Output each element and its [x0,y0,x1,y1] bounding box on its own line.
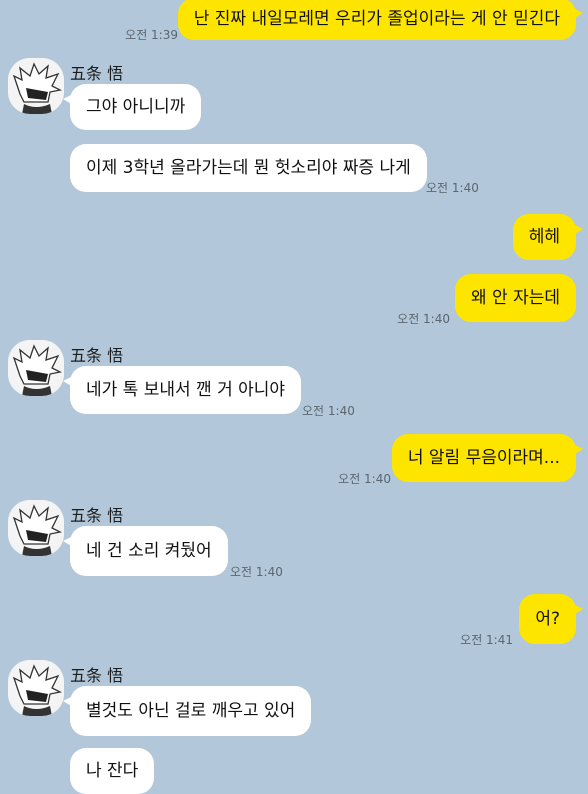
their-message-bubble[interactable]: 네가 톡 보내서 깬 거 아니야 [62,366,302,414]
contact-avatar[interactable] [8,660,64,716]
contact-avatar[interactable] [8,500,64,556]
their-message-bubble[interactable]: 나 잔다 [70,748,155,794]
my-message-bubble[interactable]: 난 진짜 내일모레면 우리가 졸업이라는 게 안 믿긴다 [177,0,584,40]
message-text: 네가 톡 보내서 깬 거 아니야 [86,380,286,400]
contact-avatar[interactable] [8,58,64,114]
message-text: 이제 3학년 올라가는데 뭔 헛소리야 짜증 나게 [86,158,411,178]
message-time: 오전 1:40 [397,312,450,326]
their-message-bubble[interactable]: 이제 3학년 올라가는데 뭔 헛소리야 짜증 나게 [70,144,427,192]
message-text: 어? [535,609,560,629]
their-message-bubble[interactable]: 그야 아니니까 [62,84,202,130]
white-haired-character-avatar-icon [8,660,64,716]
message-time: 오전 1:39 [125,28,178,42]
message-text: 너 알림 무음이라며... [407,448,560,468]
white-haired-character-avatar-icon [8,340,64,396]
message-text: 왜 안 자는데 [470,288,560,308]
their-message-bubble[interactable]: 네 건 소리 켜뒀어 [63,526,228,576]
message-text: 헤헤 [528,227,560,247]
message-text: 네 건 소리 켜뒀어 [86,541,212,561]
message-text: 별것도 아닌 걸로 깨우고 있어 [86,701,296,721]
message-text: 난 진짜 내일모레면 우리가 졸업이라는 게 안 믿긴다 [193,9,560,29]
my-message-bubble[interactable]: 어? [519,594,583,644]
message-time: 오전 1:40 [302,404,355,418]
contact-avatar[interactable] [8,340,64,396]
message-time: 오전 1:40 [230,565,283,579]
contact-name: 五条 悟 [70,666,124,685]
my-message-bubble[interactable]: 너 알림 무음이라며... [391,434,584,482]
my-message-bubble[interactable]: 왜 안 자는데 [454,274,576,322]
message-time: 오전 1:40 [338,472,391,486]
message-time: 오전 1:40 [426,181,479,195]
their-message-bubble[interactable]: 별것도 아닌 걸로 깨우고 있어 [62,686,312,736]
message-text: 나 잔다 [86,761,139,781]
message-time: 오전 1:41 [460,633,513,647]
contact-name: 五条 悟 [70,346,124,365]
contact-name: 五条 悟 [70,506,124,525]
contact-name: 五条 悟 [70,64,124,83]
white-haired-character-avatar-icon [8,500,64,556]
white-haired-character-avatar-icon [8,58,64,114]
message-text: 그야 아니니까 [86,97,186,117]
my-message-bubble[interactable]: 헤헤 [512,214,584,260]
